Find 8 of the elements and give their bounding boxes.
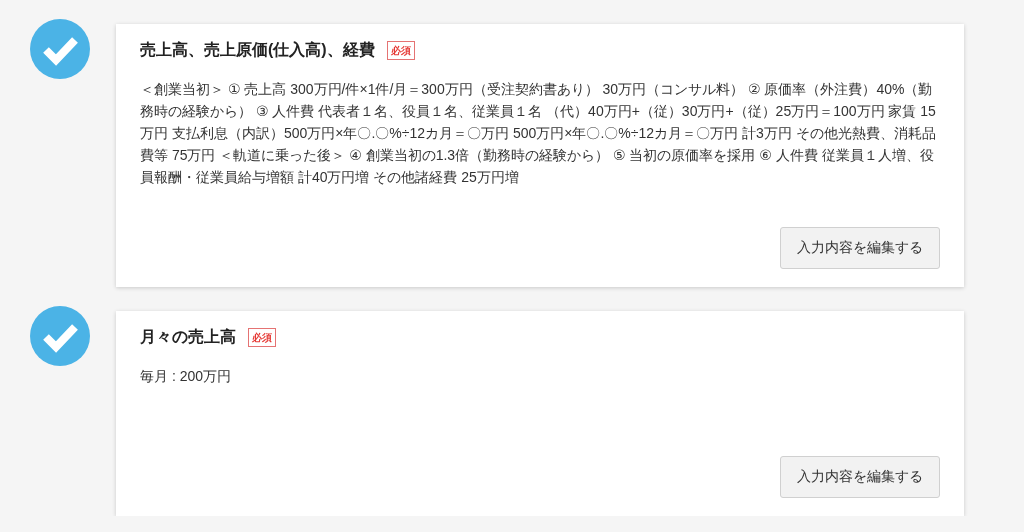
- section-title: 月々の売上高: [140, 327, 236, 347]
- required-badge: 必須: [386, 40, 415, 60]
- answer-text: 毎月 : 200万円: [140, 367, 233, 386]
- required-badge: 必須: [248, 327, 276, 347]
- answer-text: ＜創業当初＞ ① 売上高 300万円/件×1件/月＝300万円（受注契約書あり） 30万円（コンサル料） ② 原価率（外注費）40%（勤務時の経験から） ③ 人件費 代表者１名、役員１名、従業員１名 （代）40万円+（従）30万円+（従）25万円＝100万円 家賃 15万円 支払利息（内訳）500万円×年〇.〇%÷12カ月＝〇万円 500万円×年〇.〇%÷12カ月＝〇万円 計3万円 その他光熱費、消耗品費等 75万円 ＜軌道に乗った後＞ ④ 創業当初の1.3倍（勤務時の経験から） ⑤ 当初の原価率を採用 ⑥ 人件費 従業員１人増、役員報酬・従業員給与増額 計40万円増 その他諸経費 25万円増: [140, 80, 937, 187]
- edit-button[interactable]: 入力内容を編集する: [780, 456, 940, 498]
- edit-button[interactable]: 入力内容を編集する: [780, 227, 940, 269]
- section-title: 売上高、売上原価(仕入高)、経費: [140, 40, 375, 60]
